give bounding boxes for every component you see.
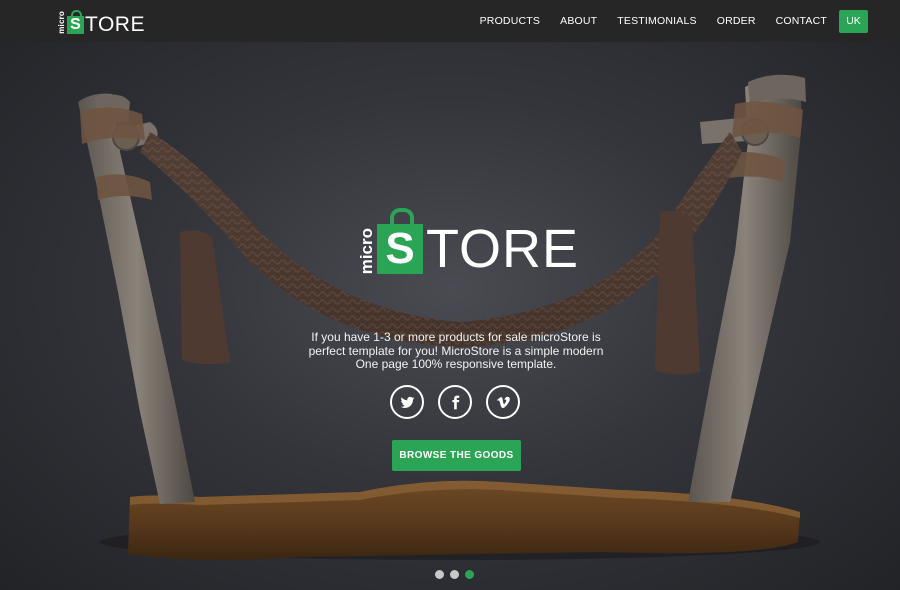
nav-contact[interactable]: CONTACT [776, 15, 827, 27]
nav-products[interactable]: PRODUCTS [480, 15, 541, 27]
tagline-line-1: If you have 1-3 or more products for sal… [311, 330, 601, 344]
slider-dot-3[interactable] [465, 570, 474, 579]
vimeo-link[interactable] [486, 385, 520, 419]
facebook-icon [451, 395, 459, 409]
logo-tore-text: TORE [85, 13, 145, 36]
slider-dot-1[interactable] [435, 570, 444, 579]
hero-tagline: If you have 1-3 or more products for sal… [300, 330, 612, 372]
facebook-link[interactable] [438, 385, 472, 419]
logo-letter: S [70, 16, 81, 33]
social-links [390, 385, 520, 419]
hero-logo-letter: S [385, 224, 415, 273]
hero-shopping-bag-icon: S [377, 208, 423, 274]
nav-order[interactable]: ORDER [717, 15, 756, 27]
logo-micro-text: micro [57, 11, 66, 34]
hero-logo-tore: TORE [426, 219, 580, 279]
hero-content: micro S TORE If you have 1-3 or more pro… [0, 42, 900, 590]
hero-logo-micro: micro [357, 227, 376, 274]
vimeo-icon [496, 396, 510, 408]
tagline-line-2: perfect template for you! MicroStore is … [308, 343, 604, 358]
browse-goods-button[interactable]: BROWSE THE GOODS [392, 440, 521, 471]
hero-section: micro S TORE If you have 1-3 or more pro… [0, 42, 900, 590]
brand-logo[interactable]: micro S TORE [57, 8, 145, 36]
slider-dot-2[interactable] [450, 570, 459, 579]
site-header: micro S TORE PRODUCTS ABOUT TESTIMONIALS… [0, 0, 900, 42]
nav-testimonials[interactable]: TESTIMONIALS [617, 15, 696, 27]
shopping-bag-icon: S [67, 10, 84, 34]
hero-logo: micro S TORE [357, 204, 580, 279]
twitter-icon [400, 396, 414, 408]
language-button[interactable]: UK [839, 9, 868, 33]
nav-about[interactable]: ABOUT [560, 15, 597, 27]
twitter-link[interactable] [390, 385, 424, 419]
slider-dots [435, 570, 480, 579]
tagline-line-3: One page 100% responsive template. [355, 357, 557, 371]
main-nav: PRODUCTS ABOUT TESTIMONIALS ORDER CONTAC… [480, 15, 827, 27]
